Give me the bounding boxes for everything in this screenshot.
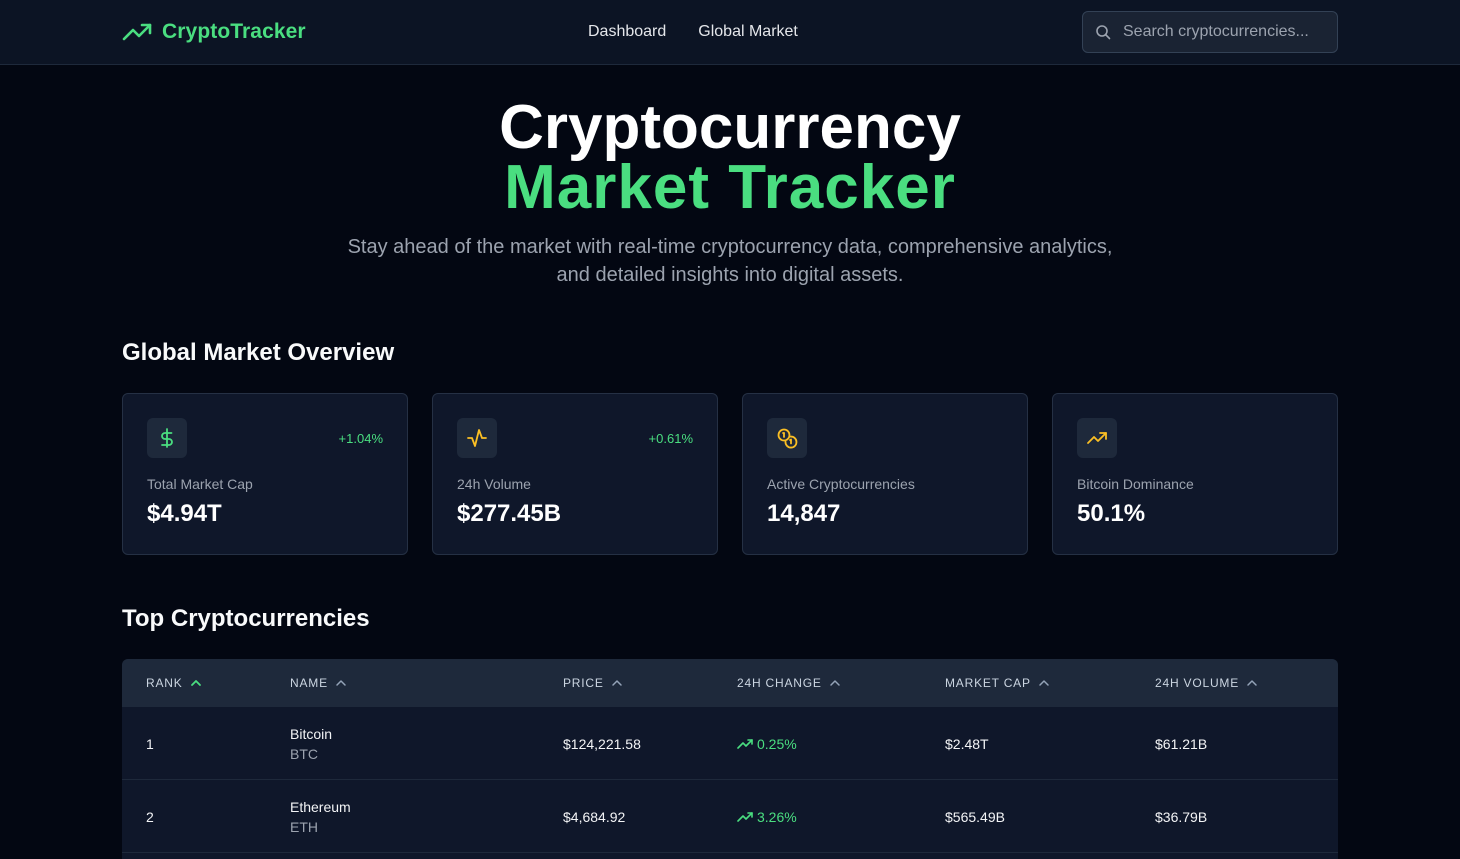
column-label: 24H CHANGE — [737, 676, 822, 690]
column-header-24h-volume[interactable]: 24H VOLUME — [1155, 676, 1258, 690]
cell-price: $124,221.58 — [563, 736, 641, 752]
chevron-up-icon — [190, 680, 201, 686]
column-label: 24H VOLUME — [1155, 676, 1240, 690]
search-icon — [1096, 25, 1111, 40]
table-row[interactable]: 1 Bitcoin BTC $124,221.58 0.25% $2.48T $… — [122, 707, 1338, 780]
stat-card-market-cap: +1.04% Total Market Cap $4.94T — [122, 393, 408, 555]
stat-card-btc-dominance: Bitcoin Dominance 50.1% — [1052, 393, 1338, 555]
icon-box — [767, 418, 807, 458]
column-label: MARKET CAP — [945, 676, 1031, 690]
cell-price: $4,684.92 — [563, 809, 626, 825]
column-header-market-cap[interactable]: MARKET CAP — [945, 676, 1050, 690]
brand-logo[interactable]: CryptoTracker — [122, 18, 306, 46]
cell-rank: 1 — [146, 736, 154, 752]
trending-up-icon — [122, 23, 152, 41]
column-label: PRICE — [563, 676, 604, 690]
column-label: RANK — [146, 676, 183, 690]
brand-name: CryptoTracker — [162, 20, 306, 43]
change-value: 0.25% — [757, 736, 797, 752]
cell-change: 0.25% — [737, 736, 797, 752]
cell-volume: $36.79B — [1155, 809, 1208, 825]
overview-title: Global Market Overview — [122, 339, 395, 366]
stat-value: $277.45B — [457, 500, 562, 527]
hero-subtitle-line2: and detailed insights into digital asset… — [556, 264, 904, 286]
cell-symbol: BTC — [290, 746, 318, 762]
change-badge: +0.61% — [648, 431, 693, 446]
icon-box — [457, 418, 497, 458]
icon-box — [1077, 418, 1117, 458]
chevron-up-icon — [611, 680, 622, 686]
icon-box — [147, 418, 187, 458]
trending-up-icon — [737, 739, 753, 749]
chevron-up-icon — [829, 680, 840, 686]
hero-title-line1: Cryptocurrency — [499, 93, 961, 162]
stat-card-volume: +0.61% 24h Volume $277.45B — [432, 393, 718, 555]
column-header-rank[interactable]: RANK — [146, 676, 202, 690]
cell-market-cap: $565.49B — [945, 809, 1005, 825]
cell-symbol: ETH — [290, 819, 318, 835]
chevron-up-icon — [1039, 680, 1049, 686]
stat-label: Total Market Cap — [147, 476, 253, 492]
activity-icon — [467, 429, 487, 447]
stat-label: Bitcoin Dominance — [1077, 476, 1194, 492]
dollar-icon — [161, 428, 173, 448]
trending-up-icon — [1087, 432, 1107, 444]
trending-up-icon — [737, 812, 753, 822]
stat-value: $4.94T — [147, 500, 222, 527]
cell-change: 3.26% — [737, 809, 797, 825]
change-value: 3.26% — [757, 809, 797, 825]
search-box[interactable] — [1082, 11, 1338, 53]
chevron-up-icon — [336, 680, 346, 686]
column-header-24h-change[interactable]: 24H CHANGE — [737, 676, 841, 690]
stat-card-active-cryptos: Active Cryptocurrencies 14,847 — [742, 393, 1028, 555]
nav-global-market[interactable]: Global Market — [698, 21, 798, 43]
table-header: RANK NAME PRICE 24H CHANGE MARKET CAP 24… — [122, 659, 1338, 707]
hero-title-line2: Market Tracker — [504, 153, 956, 222]
column-header-price[interactable]: PRICE — [563, 676, 623, 690]
table-row[interactable]: 2 Ethereum ETH $4,684.92 3.26% $565.49B … — [122, 780, 1338, 853]
nav-dashboard[interactable]: Dashboard — [588, 21, 666, 43]
cell-name: Bitcoin — [290, 726, 333, 742]
change-badge: +1.04% — [338, 431, 383, 446]
cell-volume: $61.21B — [1155, 736, 1208, 752]
top-cryptos-title: Top Cryptocurrencies — [122, 605, 370, 632]
search-input[interactable] — [1123, 23, 1323, 41]
cell-market-cap: $2.48T — [945, 736, 989, 752]
cell-name: Ethereum — [290, 799, 351, 815]
stat-label: Active Cryptocurrencies — [767, 476, 915, 492]
top-navbar: CryptoTracker Dashboard Global Market — [0, 0, 1460, 65]
crypto-table: RANK NAME PRICE 24H CHANGE MARKET CAP 24… — [122, 659, 1338, 859]
hero-subtitle-line1: Stay ahead of the market with real-time … — [347, 236, 1113, 258]
column-label: NAME — [290, 676, 328, 690]
main-nav: Dashboard Global Market — [588, 21, 798, 43]
cell-rank: 2 — [146, 809, 154, 825]
hero-subtitle: Stay ahead of the market with real-time … — [330, 233, 1130, 289]
chevron-up-icon — [1247, 680, 1257, 686]
coins-icon — [777, 428, 798, 449]
column-header-name[interactable]: NAME — [290, 676, 347, 690]
stat-label: 24h Volume — [457, 476, 531, 492]
stat-value: 14,847 — [767, 500, 841, 527]
stat-value: 50.1% — [1077, 500, 1146, 527]
